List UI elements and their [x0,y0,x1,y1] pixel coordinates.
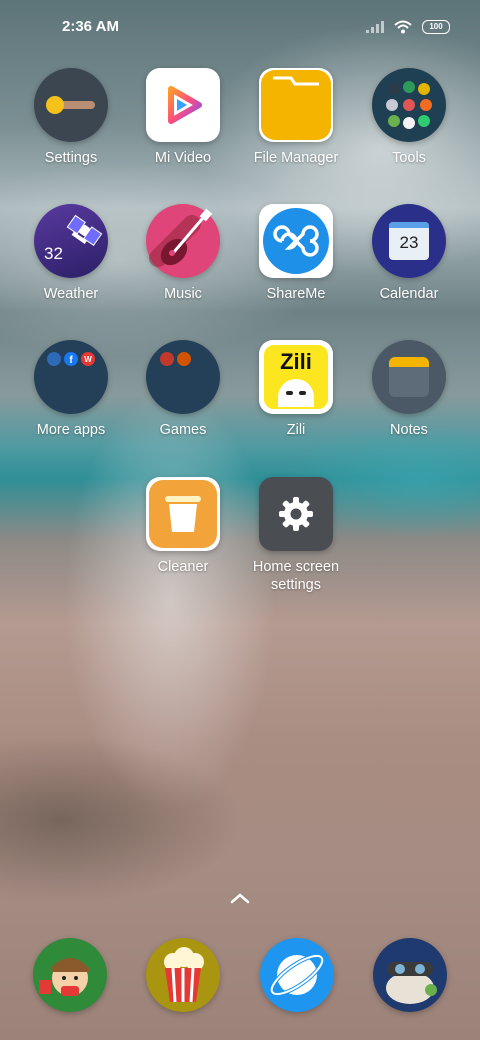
app-label: Notes [390,422,428,438]
dock-app-4[interactable] [373,938,447,1012]
app-settings[interactable]: Settings [16,68,126,167]
dock-browser[interactable] [260,938,334,1012]
signal-icon [366,21,384,33]
weather-temperature: 32 [44,244,63,263]
folder-more-apps[interactable]: f W More apps [16,340,126,439]
app-music[interactable]: Music [128,204,238,303]
play-icon [146,68,220,142]
mascot-icon [39,958,89,996]
dock-app-1[interactable] [33,938,107,1012]
goggles-character-icon [386,962,437,1004]
app-weather[interactable]: 32 Weather [16,204,126,303]
tools-folder-icon [372,68,446,142]
infinity-icon [259,204,333,278]
app-label: Tools [392,150,426,166]
app-label: More apps [36,422,106,438]
folder-tools[interactable]: Tools [354,68,464,167]
app-mi-video[interactable]: Mi Video [128,68,238,167]
browser-icon [269,953,325,997]
app-notes[interactable]: Notes [354,340,464,439]
zili-logo: Zili [280,349,312,374]
app-label: Settings [44,150,98,166]
games-folder-icon [146,340,220,414]
battery-icon: 100 [422,20,450,34]
app-label: File Manager [253,150,339,166]
app-label: Calendar [379,286,439,302]
calendar-icon: 23 [372,204,446,278]
app-file-manager[interactable]: File Manager [241,68,351,167]
dock-app-2[interactable] [146,938,220,1012]
app-zili[interactable]: Zili Zili [241,340,351,439]
popcorn-icon [164,947,204,1003]
guitar-icon [146,204,220,278]
folder-games[interactable]: Games [128,340,238,439]
calendar-day: 23 [399,233,419,252]
app-label: Zili [286,422,306,438]
app-label: Weather [43,286,99,302]
trash-can-icon [146,477,220,551]
app-label: Games [159,422,207,438]
more-apps-folder-icon: f W [34,340,108,414]
app-home-screen-settings[interactable]: Home screen settings [241,477,351,594]
zili-icon: Zili [259,340,333,414]
wifi-icon [394,20,412,34]
app-label: Home screen settings [252,559,340,593]
app-cleaner[interactable]: Cleaner [128,477,238,576]
settings-icon [34,68,108,142]
app-shareme[interactable]: ShareMe [241,204,351,303]
notes-icon [372,340,446,414]
svg-text:W: W [84,355,92,364]
app-label: Music [164,286,202,302]
app-calendar[interactable]: 23 Calendar [354,204,464,303]
status-bar: 2:36 AM 100 [0,0,480,56]
app-label: ShareMe [266,286,326,302]
app-label: Cleaner [157,559,209,575]
satellite-icon: 32 [34,204,108,278]
app-label: Mi Video [154,150,212,166]
clock: 2:36 AM [62,18,119,35]
gear-icon [259,477,333,551]
chevron-up-icon[interactable] [228,890,252,906]
folder-icon [259,68,333,142]
